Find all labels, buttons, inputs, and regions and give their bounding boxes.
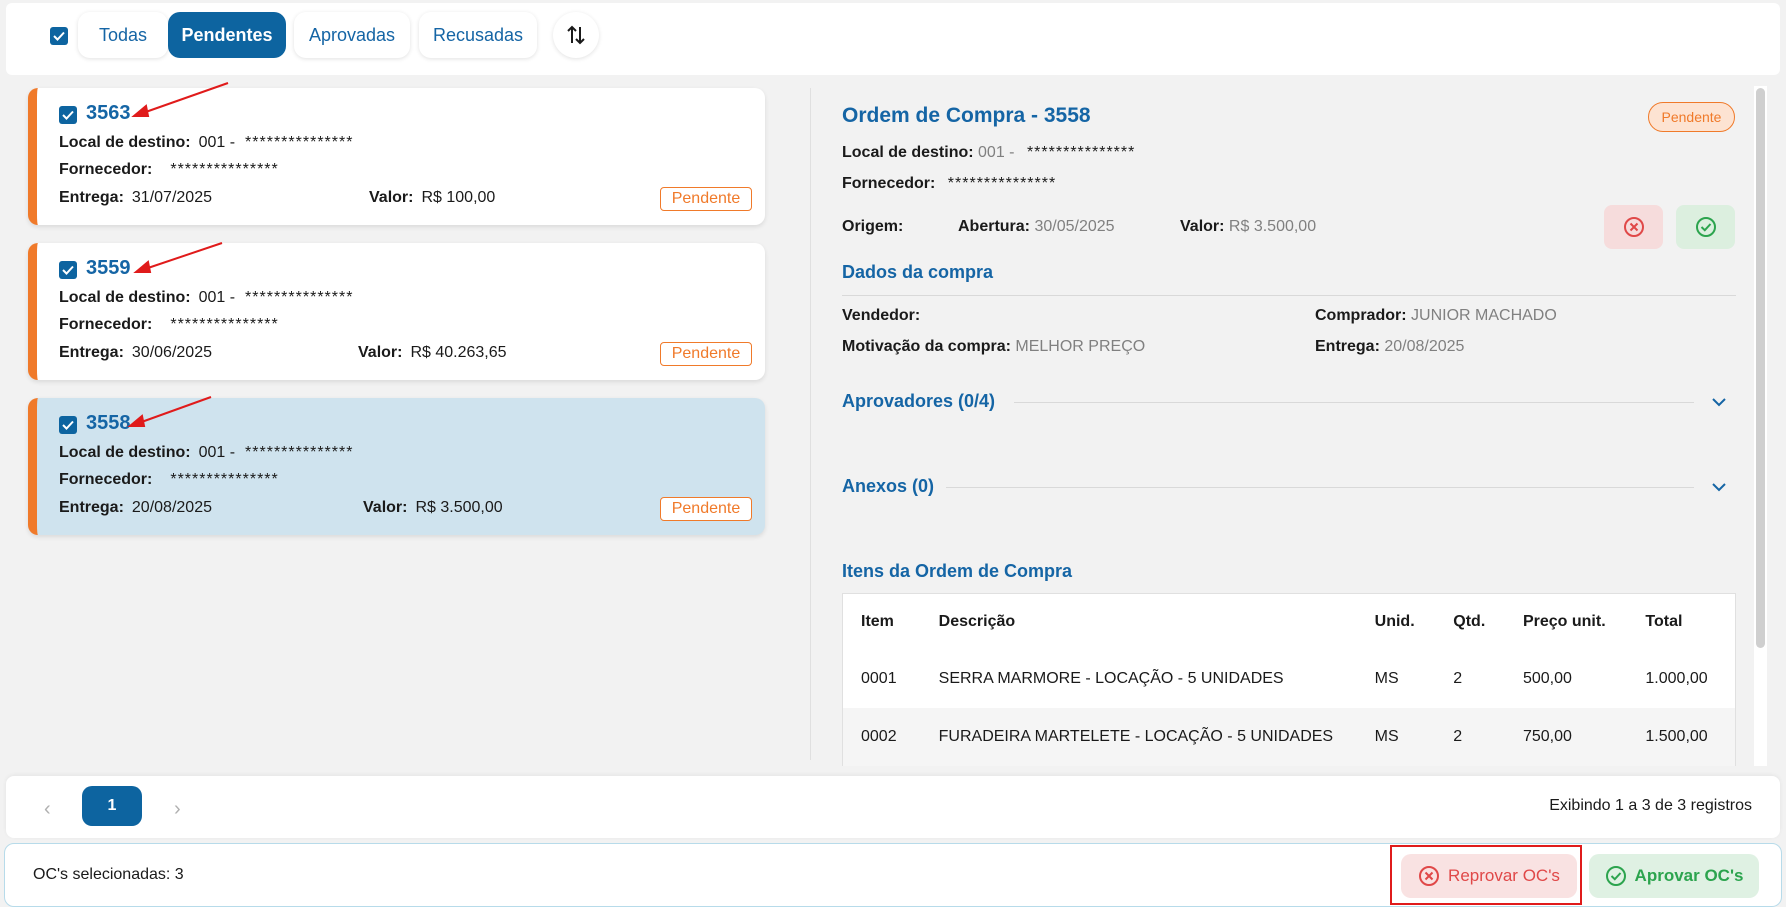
approve-order-button[interactable] — [1676, 205, 1735, 249]
detail-valor: Valor: R$ 3.500,00 — [1180, 218, 1317, 235]
page-button-current[interactable]: 1 — [82, 786, 142, 826]
detail-fornecedor: Fornecedor: *************** — [842, 175, 1057, 192]
section-divider — [842, 295, 1736, 296]
reject-order-button[interactable] — [1604, 205, 1663, 249]
pagination-bar: ‹ 1 › Exibindo 1 a 3 de 3 registros — [6, 776, 1780, 838]
dados-compra-title: Dados da compra — [842, 262, 994, 282]
cell-descricao: FURADEIRA MARTELETE - LOCAÇÃO - 5 UNIDAD… — [938, 728, 1334, 745]
items-table: Item Descrição Unid. Qtd. Preço unit. To… — [842, 593, 1736, 766]
col-item: Item — [861, 613, 894, 630]
cell-total: 1.500,00 — [1645, 728, 1708, 745]
col-qtd: Qtd. — [1453, 613, 1486, 630]
scrollbar-thumb[interactable] — [1756, 88, 1765, 648]
col-total: Total — [1645, 613, 1683, 630]
table-row[interactable]: 0002 FURADEIRA MARTELETE - LOCAÇÃO - 5 U… — [843, 708, 1735, 766]
col-unid: Unid. — [1374, 613, 1415, 630]
cell-unid: MS — [1374, 728, 1399, 745]
aprovar-ocs-label: Aprovar OC's — [1634, 866, 1744, 885]
pagination-info: Exibindo 1 a 3 de 3 registros — [1549, 797, 1752, 814]
annotation-highlight-box — [1390, 845, 1582, 905]
cell-qtd: 2 — [1453, 728, 1463, 745]
cell-unid: MS — [1374, 670, 1399, 687]
detail-vendedor: Vendedor: — [842, 307, 921, 324]
section-divider — [946, 487, 1694, 488]
col-descricao: Descrição — [938, 613, 1016, 630]
anexos-toggle[interactable]: Anexos (0) — [842, 476, 934, 497]
cell-descricao: SERRA MARMORE - LOCAÇÃO - 5 UNIDADES — [938, 670, 1284, 687]
close-circle-icon — [1623, 217, 1644, 237]
check-circle-icon — [1695, 217, 1716, 237]
panel-divider — [810, 88, 811, 760]
itens-title: Itens da Ordem de Compra — [842, 561, 1073, 581]
detail-motivacao: Motivação da compra: MELHOR PREÇO — [842, 338, 1146, 355]
chevron-down-icon[interactable] — [1710, 479, 1728, 495]
check-circle-icon — [1605, 866, 1626, 886]
section-divider — [1014, 402, 1694, 403]
cell-preco: 750,00 — [1522, 728, 1572, 745]
cell-preco: 500,00 — [1522, 670, 1572, 687]
table-header: Item Descrição Unid. Qtd. Preço unit. To… — [843, 594, 1735, 650]
cell-total: 1.000,00 — [1645, 670, 1708, 687]
detail-local: Local de destino: 001 - *************** — [842, 144, 1136, 161]
chevron-left-icon[interactable]: ‹ — [44, 798, 51, 821]
table-row[interactable]: 0001 SERRA MARMORE - LOCAÇÃO - 5 UNIDADE… — [843, 650, 1735, 708]
detail-origem: Origem: — [842, 218, 904, 235]
col-preco: Preço unit. — [1522, 613, 1606, 630]
detail-title: Ordem de Compra - 3558 — [842, 104, 1091, 127]
chevron-right-icon[interactable]: › — [174, 798, 181, 821]
chevron-down-icon[interactable] — [1710, 394, 1728, 410]
cell-qtd: 2 — [1453, 670, 1463, 687]
selected-count: OC's selecionadas: 3 — [33, 866, 184, 883]
detail-entrega: Entrega: 20/08/2025 — [1315, 338, 1465, 355]
detail-status-badge: Pendente — [1648, 102, 1735, 132]
cell-item: 0002 — [861, 728, 897, 745]
annotation-arrows — [127, 82, 229, 427]
aprovar-ocs-button[interactable]: Aprovar OC's — [1589, 854, 1759, 898]
detail-comprador: Comprador: JUNIOR MACHADO — [1315, 307, 1557, 324]
aprovadores-toggle[interactable]: Aprovadores (0/4) — [842, 391, 995, 412]
detail-abertura: Abertura: 30/05/2025 — [958, 218, 1115, 235]
cell-item: 0001 — [861, 670, 897, 687]
